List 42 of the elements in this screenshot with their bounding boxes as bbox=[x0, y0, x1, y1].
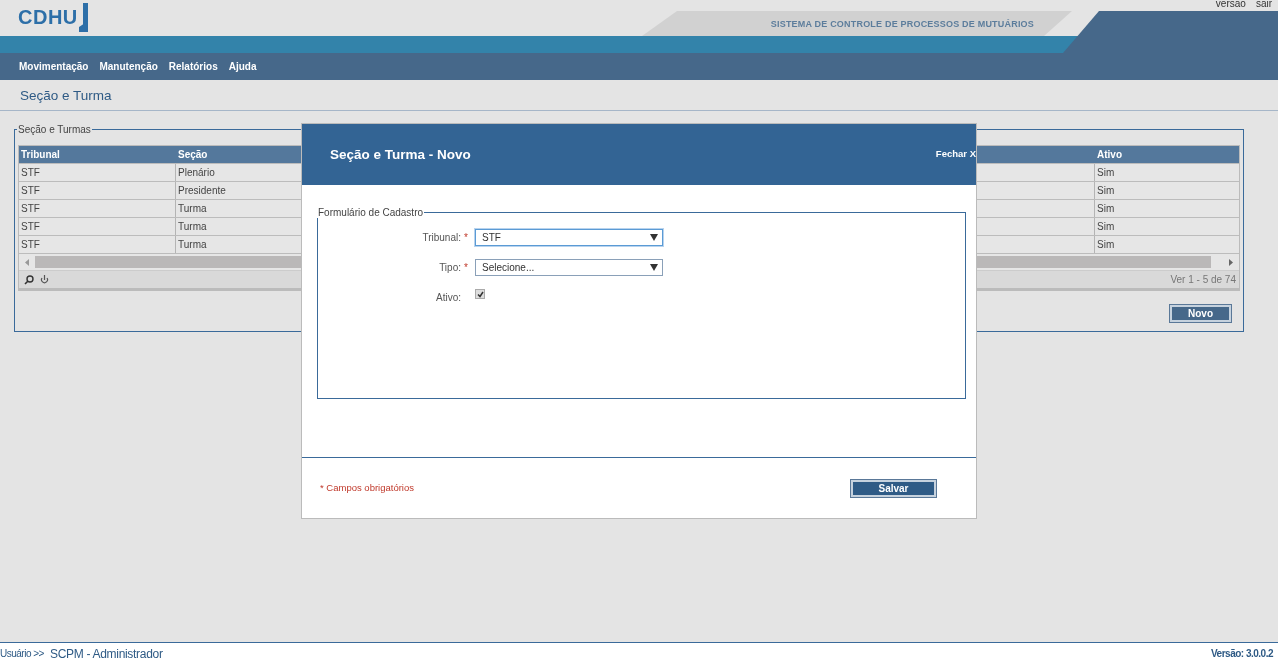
table-cell-text: Sim bbox=[1096, 238, 1116, 252]
search-icon[interactable] bbox=[24, 274, 34, 285]
checkbox[interactable] bbox=[475, 289, 485, 299]
menu-item[interactable]: Movimentação bbox=[19, 61, 89, 72]
save-button[interactable]: Salvar bbox=[851, 479, 936, 497]
scroll-right-icon[interactable] bbox=[1229, 258, 1233, 266]
panel-legend: Seção e Turmas bbox=[17, 124, 92, 135]
logo-text: CDHU bbox=[18, 6, 78, 29]
field-label: Ativo: bbox=[435, 291, 461, 303]
close-link[interactable]: Fechar X bbox=[935, 148, 976, 159]
menu-item[interactable]: Relatórios bbox=[168, 61, 218, 72]
required-mark: * bbox=[464, 261, 468, 273]
header-link[interactable]: sair bbox=[1255, 0, 1272, 10]
menu-item[interactable]: Manutenção bbox=[99, 61, 158, 72]
column-header[interactable]: Tribunal bbox=[19, 146, 176, 163]
required-note: * Campos obrigatórios bbox=[320, 481, 414, 493]
page-title: Seção e Turma bbox=[20, 87, 112, 103]
table-cell: STF bbox=[19, 182, 176, 199]
select-field[interactable]: STF bbox=[475, 228, 663, 246]
table-cell: STF bbox=[19, 218, 176, 235]
version-text: Versão: 3.0.0.2 bbox=[1211, 648, 1275, 659]
modal-title: Seção e Turma - Novo bbox=[330, 147, 471, 162]
header-link[interactable]: versao bbox=[1215, 0, 1246, 10]
table-cell: STF bbox=[19, 200, 176, 217]
system-title: SISTEMA DE CONTROLE DE PROCESSOS DE MUTUÁRIOS bbox=[770, 18, 1034, 29]
pager-info: Ver 1 - 5 de 74 bbox=[1170, 274, 1236, 285]
menu-item[interactable]: Ajuda bbox=[228, 61, 257, 72]
user-name: SCPM - Administrador bbox=[49, 646, 163, 661]
form-legend: Formulário de Cadastro bbox=[317, 207, 425, 218]
table-cell-text: Sim bbox=[1096, 220, 1116, 234]
column-header[interactable]: Ativo bbox=[1095, 146, 1239, 163]
select-field[interactable]: Selecione... bbox=[475, 258, 663, 276]
logo-mark-icon bbox=[78, 3, 88, 32]
table-cell-text: Sim bbox=[1096, 166, 1116, 180]
table-cell-text: Sim bbox=[1096, 184, 1116, 198]
dropdown-caret-icon bbox=[650, 233, 658, 241]
field-label: Tipo: bbox=[438, 261, 461, 273]
table-cell-text: Sim bbox=[1096, 202, 1116, 216]
table-cell: STF bbox=[19, 236, 176, 253]
table-cell: STF bbox=[19, 164, 176, 181]
user-label: Usuário >> bbox=[0, 648, 44, 659]
new-button[interactable]: Novo bbox=[1170, 305, 1231, 322]
